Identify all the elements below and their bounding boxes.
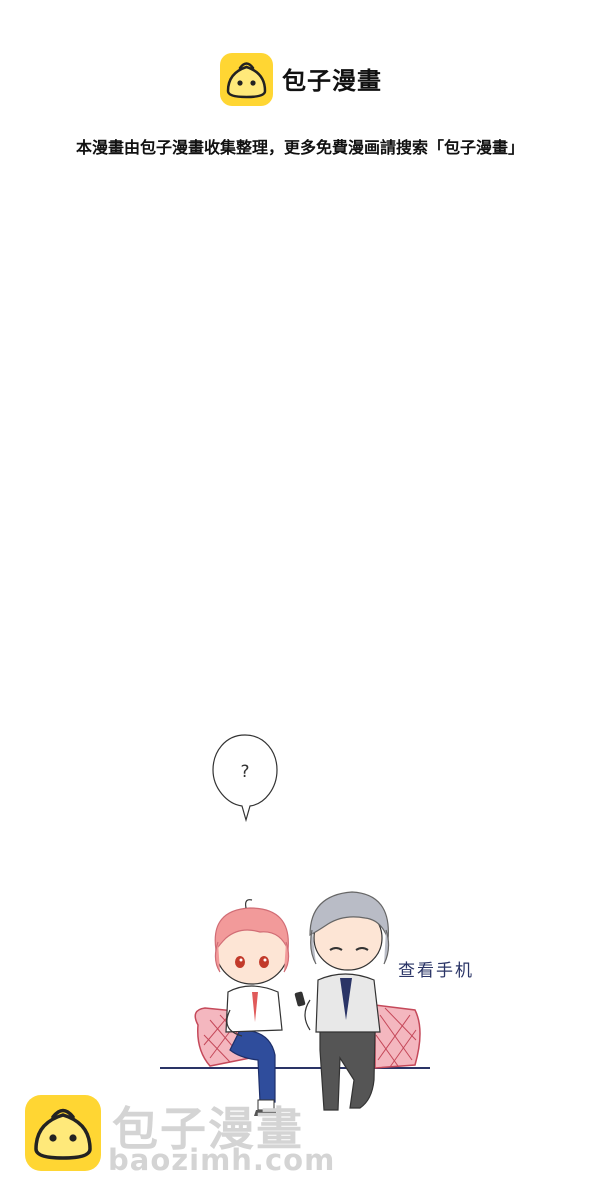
right-pillow xyxy=(374,1004,421,1069)
bun-logo-icon xyxy=(220,53,273,106)
watermark-url: baozimh.com xyxy=(108,1143,336,1177)
watermark-bun-logo-icon xyxy=(25,1095,101,1171)
scene-caption: 查看手机 xyxy=(398,961,474,981)
brand-name: 包子漫畫 xyxy=(282,67,382,95)
pink-hair-character xyxy=(214,899,290,1116)
grey-hair-character xyxy=(294,891,390,1111)
bubble-question-mark: ? xyxy=(240,762,250,782)
notice-text: 本漫畫由包子漫畫收集整理，更多免費漫画請搜索「包子漫畫」 xyxy=(75,138,524,157)
